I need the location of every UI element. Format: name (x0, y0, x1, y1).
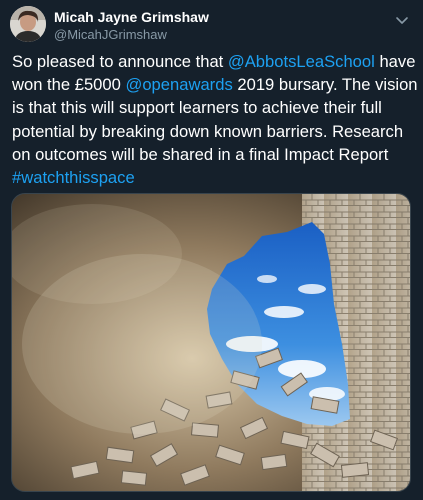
tweet-text: So pleased to announce that @AbbotsLeaSc… (12, 50, 418, 189)
mention-link-abbotsleaschool[interactable]: @AbbotsLeaSchool (228, 52, 375, 71)
tweet-line: on outcomes will be shared in a final Im… (12, 144, 389, 164)
tweet-line: is that this will support learners to ac… (12, 98, 382, 118)
tweet-media-image[interactable] (11, 193, 411, 492)
author-handle[interactable]: @MicahJGrimshaw (54, 27, 167, 42)
tweet-line: won the £5000 @openawards 2019 bursary. … (12, 75, 418, 95)
tweet-line: #watchthisspace (12, 166, 414, 189)
author-display-name[interactable]: Micah Jayne Grimshaw (54, 9, 209, 25)
hashtag-link[interactable]: #watchthisspace (12, 168, 135, 187)
tweet-menu-button[interactable] (392, 10, 412, 30)
tweet-line: potential by breaking down known barrier… (12, 121, 404, 141)
avatar[interactable] (10, 6, 46, 42)
mention-link-openawards[interactable]: @openawards (125, 75, 232, 94)
profile-photo-icon (10, 6, 46, 42)
tweet-line: So pleased to announce that @AbbotsLeaSc… (12, 52, 416, 71)
tweet-card: Micah Jayne Grimshaw @MicahJGrimshaw So … (0, 0, 423, 500)
chevron-down-icon (396, 17, 408, 24)
brick-wall-breaking-open-to-sky-image (12, 194, 410, 491)
